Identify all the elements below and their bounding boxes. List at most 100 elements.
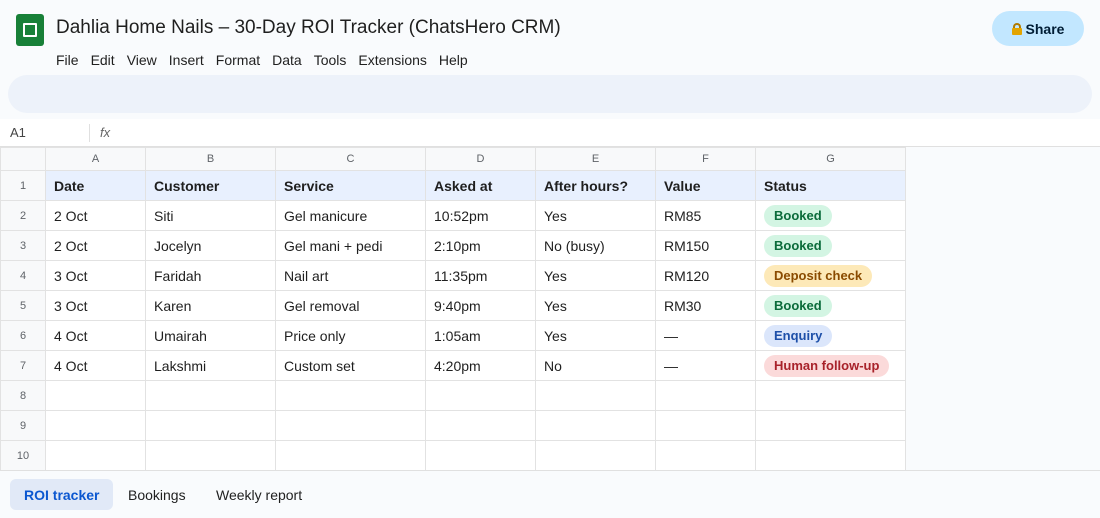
- column-header-d[interactable]: D: [425, 147, 536, 171]
- status-cell[interactable]: Booked: [755, 200, 906, 231]
- row-number[interactable]: 7: [0, 350, 46, 381]
- row-number[interactable]: 8: [0, 380, 46, 411]
- header-cell[interactable]: Asked at: [425, 170, 536, 201]
- tab-bookings[interactable]: Bookings: [114, 479, 200, 510]
- value-cell[interactable]: —: [655, 350, 756, 381]
- row-number[interactable]: 9: [0, 410, 46, 441]
- value-cell[interactable]: RM85: [655, 200, 756, 231]
- value-cell[interactable]: RM30: [655, 290, 756, 321]
- header-cell[interactable]: Service: [275, 170, 426, 201]
- status-cell[interactable]: Booked: [755, 290, 906, 321]
- empty-cell[interactable]: [755, 440, 906, 471]
- customer-cell[interactable]: Karen: [145, 290, 276, 321]
- empty-cell[interactable]: [755, 380, 906, 411]
- column-header-f[interactable]: F: [655, 147, 756, 171]
- empty-cell[interactable]: [425, 380, 536, 411]
- empty-cell[interactable]: [275, 440, 426, 471]
- empty-cell[interactable]: [535, 440, 656, 471]
- empty-cell[interactable]: [45, 380, 146, 411]
- select-all-corner[interactable]: [0, 147, 46, 171]
- asked-at-cell[interactable]: 11:35pm: [425, 260, 536, 291]
- date-cell[interactable]: 3 Oct: [45, 290, 146, 321]
- column-header-c[interactable]: C: [275, 147, 426, 171]
- customer-cell[interactable]: Faridah: [145, 260, 276, 291]
- row-number[interactable]: 2: [0, 200, 46, 231]
- asked-at-cell[interactable]: 4:20pm: [425, 350, 536, 381]
- share-button[interactable]: Share: [992, 11, 1084, 46]
- asked-at-cell[interactable]: 10:52pm: [425, 200, 536, 231]
- after-hours-cell[interactable]: Yes: [535, 200, 656, 231]
- empty-cell[interactable]: [535, 410, 656, 441]
- date-cell[interactable]: 2 Oct: [45, 200, 146, 231]
- header-cell[interactable]: Status: [755, 170, 906, 201]
- service-cell[interactable]: Gel manicure: [275, 200, 426, 231]
- empty-cell[interactable]: [425, 440, 536, 471]
- column-header-a[interactable]: A: [45, 147, 146, 171]
- menu-extensions[interactable]: Extensions: [358, 52, 432, 68]
- date-cell[interactable]: 4 Oct: [45, 320, 146, 351]
- menu-insert[interactable]: Insert: [169, 52, 210, 68]
- column-header-g[interactable]: G: [755, 147, 906, 171]
- empty-cell[interactable]: [275, 380, 426, 411]
- status-cell[interactable]: Human follow-up: [755, 350, 906, 381]
- column-header-e[interactable]: E: [535, 147, 656, 171]
- empty-cell[interactable]: [45, 410, 146, 441]
- after-hours-cell[interactable]: Yes: [535, 290, 656, 321]
- row-number[interactable]: 10: [0, 440, 46, 471]
- date-cell[interactable]: 4 Oct: [45, 350, 146, 381]
- customer-cell[interactable]: Siti: [145, 200, 276, 231]
- value-cell[interactable]: —: [655, 320, 756, 351]
- service-cell[interactable]: Gel removal: [275, 290, 426, 321]
- date-cell[interactable]: 2 Oct: [45, 230, 146, 261]
- row-number[interactable]: 4: [0, 260, 46, 291]
- service-cell[interactable]: Nail art: [275, 260, 426, 291]
- menu-view[interactable]: View: [127, 52, 163, 68]
- empty-cell[interactable]: [145, 440, 276, 471]
- menu-edit[interactable]: Edit: [91, 52, 121, 68]
- after-hours-cell[interactable]: Yes: [535, 320, 656, 351]
- service-cell[interactable]: Gel mani + pedi: [275, 230, 426, 261]
- empty-cell[interactable]: [45, 440, 146, 471]
- asked-at-cell[interactable]: 1:05am: [425, 320, 536, 351]
- name-box[interactable]: A1: [10, 125, 26, 140]
- row-number[interactable]: 1: [0, 170, 46, 201]
- value-cell[interactable]: RM120: [655, 260, 756, 291]
- status-cell[interactable]: Deposit check: [755, 260, 906, 291]
- empty-cell[interactable]: [655, 410, 756, 441]
- menu-file[interactable]: File: [56, 52, 85, 68]
- row-number[interactable]: 3: [0, 230, 46, 261]
- empty-cell[interactable]: [145, 410, 276, 441]
- menu-format[interactable]: Format: [216, 52, 266, 68]
- header-cell[interactable]: Date: [45, 170, 146, 201]
- header-cell[interactable]: After hours?: [535, 170, 656, 201]
- empty-cell[interactable]: [145, 380, 276, 411]
- header-cell[interactable]: Customer: [145, 170, 276, 201]
- row-number[interactable]: 5: [0, 290, 46, 321]
- empty-cell[interactable]: [535, 380, 656, 411]
- asked-at-cell[interactable]: 2:10pm: [425, 230, 536, 261]
- empty-cell[interactable]: [655, 440, 756, 471]
- empty-cell[interactable]: [425, 410, 536, 441]
- empty-cell[interactable]: [755, 410, 906, 441]
- asked-at-cell[interactable]: 9:40pm: [425, 290, 536, 321]
- sheets-logo-icon[interactable]: [16, 14, 44, 46]
- header-cell[interactable]: Value: [655, 170, 756, 201]
- customer-cell[interactable]: Lakshmi: [145, 350, 276, 381]
- menu-tools[interactable]: Tools: [314, 52, 353, 68]
- after-hours-cell[interactable]: No (busy): [535, 230, 656, 261]
- customer-cell[interactable]: Umairah: [145, 320, 276, 351]
- menu-data[interactable]: Data: [272, 52, 308, 68]
- document-title[interactable]: Dahlia Home Nails – 30-Day ROI Tracker (…: [56, 17, 561, 39]
- row-number[interactable]: 6: [0, 320, 46, 351]
- after-hours-cell[interactable]: No: [535, 350, 656, 381]
- value-cell[interactable]: RM150: [655, 230, 756, 261]
- status-cell[interactable]: Enquiry: [755, 320, 906, 351]
- column-header-b[interactable]: B: [145, 147, 276, 171]
- customer-cell[interactable]: Jocelyn: [145, 230, 276, 261]
- tab-weekly-report[interactable]: Weekly report: [202, 479, 316, 510]
- toolbar[interactable]: [8, 75, 1092, 113]
- empty-cell[interactable]: [275, 410, 426, 441]
- date-cell[interactable]: 3 Oct: [45, 260, 146, 291]
- empty-cell[interactable]: [655, 380, 756, 411]
- menu-help[interactable]: Help: [439, 52, 474, 68]
